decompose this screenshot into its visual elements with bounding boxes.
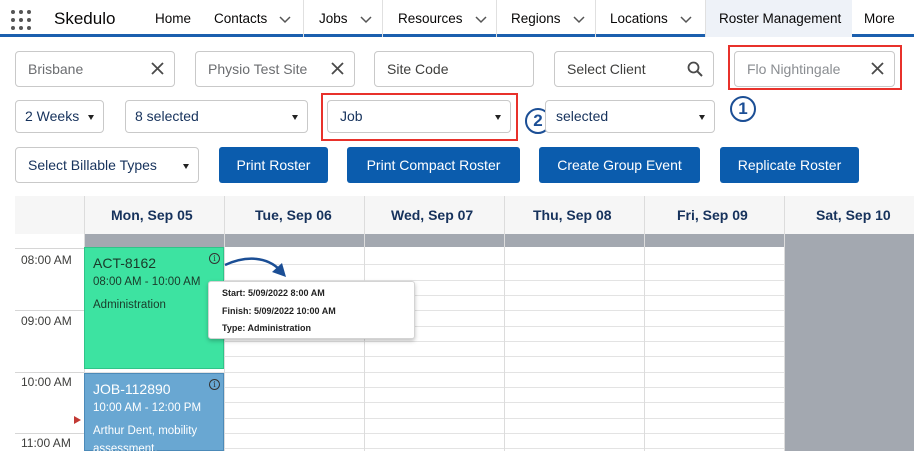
nav-item-label: More <box>864 11 895 26</box>
region-field[interactable]: Brisbane <box>15 51 175 87</box>
site-value: Physio Test Site <box>208 61 308 77</box>
caret-down-icon <box>88 115 94 120</box>
chevron-down-icon[interactable] <box>573 13 585 25</box>
nav-item-locations[interactable]: Locations <box>610 0 692 37</box>
create-group-event-button[interactable]: Create Group Event <box>539 147 700 183</box>
event-act-8162[interactable]: ACT-8162 08:00 AM - 10:00 AM Administrat… <box>84 247 224 369</box>
billable-types-select[interactable]: Select Billable Types <box>15 147 199 183</box>
event-time: 10:00 AM - 12:00 PM <box>93 402 202 414</box>
event-description: Administration <box>93 299 166 311</box>
print-compact-roster-button[interactable]: Print Compact Roster <box>347 147 520 183</box>
second-select-value: selected <box>556 108 609 124</box>
day-header-sat: Sat, Sep 10 <box>816 207 891 223</box>
tooltip-type: Type: Administration <box>222 323 312 333</box>
day-header-fri: Fri, Sep 09 <box>677 207 748 223</box>
close-icon[interactable] <box>151 62 164 75</box>
client-placeholder: Select Client <box>567 61 646 77</box>
resource-highlight-box <box>728 45 902 90</box>
caret-down-icon <box>699 115 705 120</box>
print-roster-button[interactable]: Print Roster <box>219 147 328 183</box>
annotation-arrow-icon <box>224 257 286 277</box>
chevron-down-icon[interactable] <box>360 13 372 25</box>
close-icon[interactable] <box>331 62 344 75</box>
current-time-marker <box>74 416 81 424</box>
client-search-input[interactable]: Select Client <box>554 51 714 87</box>
day-header-thu: Thu, Sep 08 <box>533 207 612 223</box>
type-highlight-box <box>321 93 518 141</box>
chevron-down-icon[interactable] <box>279 13 291 25</box>
weekend-block <box>784 234 914 451</box>
nav-item-label: Home <box>155 11 192 26</box>
site-code-input[interactable]: Site Code <box>374 51 534 87</box>
chevron-down-icon[interactable] <box>475 13 487 25</box>
region-value: Brisbane <box>28 61 84 77</box>
time-label: 11:00 AM <box>21 436 71 450</box>
info-icon[interactable]: i <box>209 379 220 390</box>
nav-item-label: Roster Management <box>719 11 842 26</box>
search-icon[interactable] <box>687 61 703 77</box>
day-header-wed: Wed, Sep 07 <box>391 207 474 223</box>
nav-item-label: Locations <box>610 11 668 26</box>
caret-down-icon <box>292 115 298 120</box>
replicate-roster-button[interactable]: Replicate Roster <box>720 147 859 183</box>
nav-item-resources[interactable]: Resources <box>398 0 487 37</box>
nav-item-roster-management[interactable]: Roster Management <box>706 0 852 37</box>
event-title: ACT-8162 <box>93 255 157 271</box>
app-launcher-icon[interactable] <box>11 10 31 30</box>
time-label: 09:00 AM <box>21 314 72 328</box>
multi-select-value: 8 selected <box>135 108 199 124</box>
multi-select[interactable]: 8 selected <box>125 100 308 133</box>
day-header-mon: Mon, Sep 05 <box>111 207 193 223</box>
nav-item-contacts[interactable]: Contacts <box>214 0 291 37</box>
nav-item-label: Resources <box>398 11 463 26</box>
app-name: Skedulo <box>54 9 116 28</box>
nav-item-regions[interactable]: Regions <box>511 0 585 37</box>
nav-item-label: Regions <box>511 11 561 26</box>
event-time: 08:00 AM - 10:00 AM <box>93 276 201 288</box>
nav-item-label: Contacts <box>214 11 268 26</box>
tooltip-start: Start: 5/09/2022 8:00 AM <box>222 288 325 298</box>
info-icon[interactable]: i <box>209 253 220 264</box>
billable-value: Select Billable Types <box>28 157 157 173</box>
nav-item-jobs[interactable]: Jobs <box>319 0 372 37</box>
period-select[interactable]: 2 Weeks <box>15 100 104 133</box>
time-label: 08:00 AM <box>21 253 72 267</box>
day-header-tue: Tue, Sep 06 <box>255 207 332 223</box>
event-tooltip: Start: 5/09/2022 8:00 AM Finish: 5/09/20… <box>208 281 415 339</box>
site-code-placeholder: Site Code <box>387 61 449 77</box>
time-label: 10:00 AM <box>21 375 72 389</box>
second-select[interactable]: selected <box>545 100 715 133</box>
caret-down-icon <box>183 164 189 169</box>
annotation-badge-1: 1 <box>730 96 756 122</box>
roster-calendar: Mon, Sep 05 Tue, Sep 06 Wed, Sep 07 Thu,… <box>15 196 914 451</box>
event-job-112890[interactable]: JOB-112890 10:00 AM - 12:00 PM Arthur De… <box>84 373 224 451</box>
tooltip-finish: Finish: 5/09/2022 10:00 AM <box>222 306 336 316</box>
chevron-down-icon[interactable] <box>680 13 692 25</box>
nav-item-label: Jobs <box>319 11 348 26</box>
period-value: 2 Weeks <box>25 108 80 124</box>
top-navigation: Skedulo Home Contacts Jobs Resources Reg… <box>0 0 914 37</box>
event-description: Arthur Dent, mobility assessment. <box>93 425 198 451</box>
event-title: JOB-112890 <box>93 381 171 397</box>
nav-item-more[interactable]: More <box>864 0 895 37</box>
site-field[interactable]: Physio Test Site <box>195 51 355 87</box>
nav-item-home[interactable]: Home <box>155 0 191 37</box>
